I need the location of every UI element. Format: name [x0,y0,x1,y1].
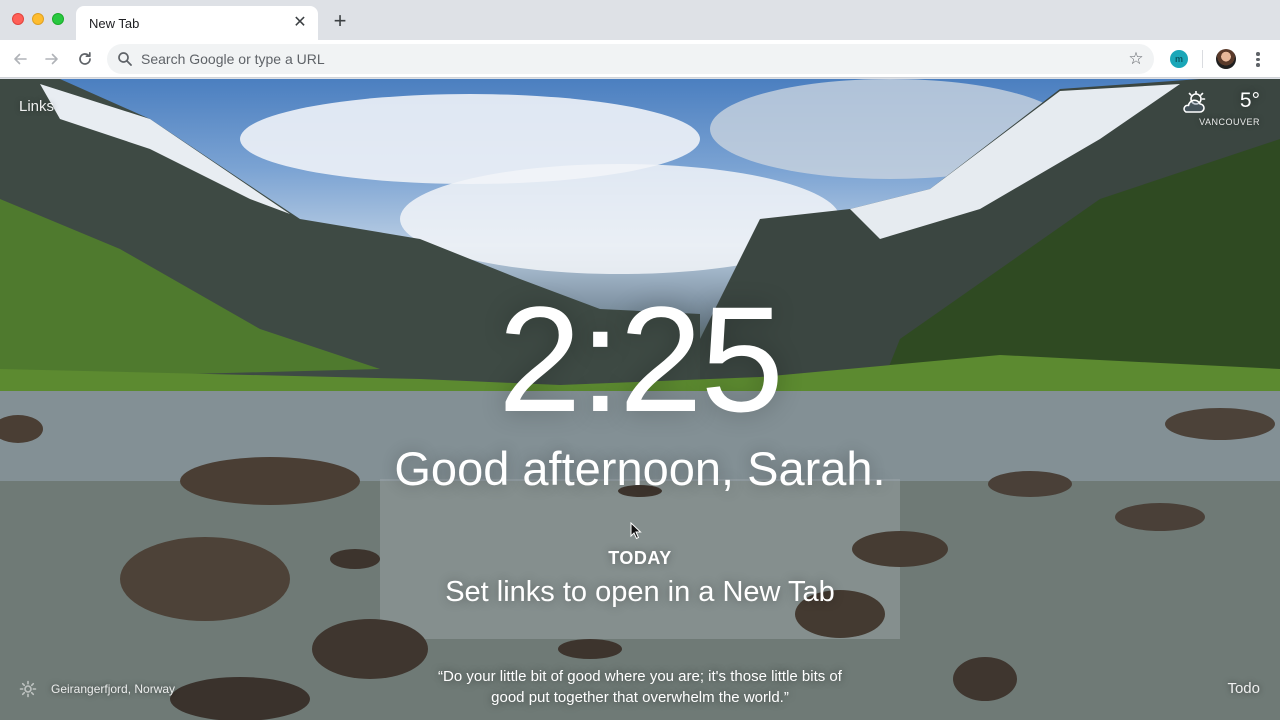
search-icon [118,52,132,66]
weather-city: VANCOUVER [1199,117,1260,127]
weather-temperature: 5° [1239,89,1260,112]
greeting: Good afternoon, Sarah. [394,442,886,495]
tab-title: New Tab [89,16,140,31]
tab-new-tab[interactable]: New Tab ✕ [76,6,318,40]
clock: 2:25 [498,275,784,443]
new-tab-button[interactable]: + [328,9,352,33]
browser-toolbar: Search Google or type a URL ☆ m [0,40,1280,78]
partly-cloudy-icon [1183,91,1206,113]
momentum-extension-icon[interactable]: m [1170,50,1188,68]
omnibox-placeholder: Search Google or type a URL [141,51,325,67]
todo-button[interactable]: Todo [1227,680,1260,697]
weather-widget[interactable]: 5° VANCOUVER [1180,89,1260,139]
kebab-menu-icon[interactable] [1248,49,1268,69]
focus-text[interactable]: Set links to open in a New Tab [0,576,1280,609]
arrow-right-icon [45,53,58,65]
window-zoom-button[interactable] [52,13,64,25]
window-minimize-button[interactable] [32,13,44,25]
back-button[interactable] [8,47,32,71]
forward-button[interactable] [40,47,64,71]
momentum-new-tab-page: Links 5° VANCOUVER 2:25 Good afternoon, … [0,79,1280,720]
toolbar-divider [1202,50,1203,68]
arrow-left-icon [14,53,27,65]
reload-button[interactable] [73,47,97,71]
mouse-cursor-icon [630,522,642,540]
daily-quote[interactable]: “Do your little bit of good where you ar… [420,666,860,708]
gear-icon[interactable] [19,680,37,698]
omnibox[interactable]: Search Google or type a URL ☆ [107,44,1154,74]
avatar[interactable] [1216,49,1236,69]
close-icon[interactable]: ✕ [290,13,310,33]
window-close-button[interactable] [12,13,24,25]
tab-strip: New Tab ✕ + [0,0,1280,40]
links-button[interactable]: Links [19,98,54,115]
star-icon[interactable]: ☆ [1126,49,1146,69]
reload-icon [79,51,91,65]
focus-label: TODAY [608,548,672,568]
photo-location[interactable]: Geirangerfjord, Norway [51,682,175,696]
